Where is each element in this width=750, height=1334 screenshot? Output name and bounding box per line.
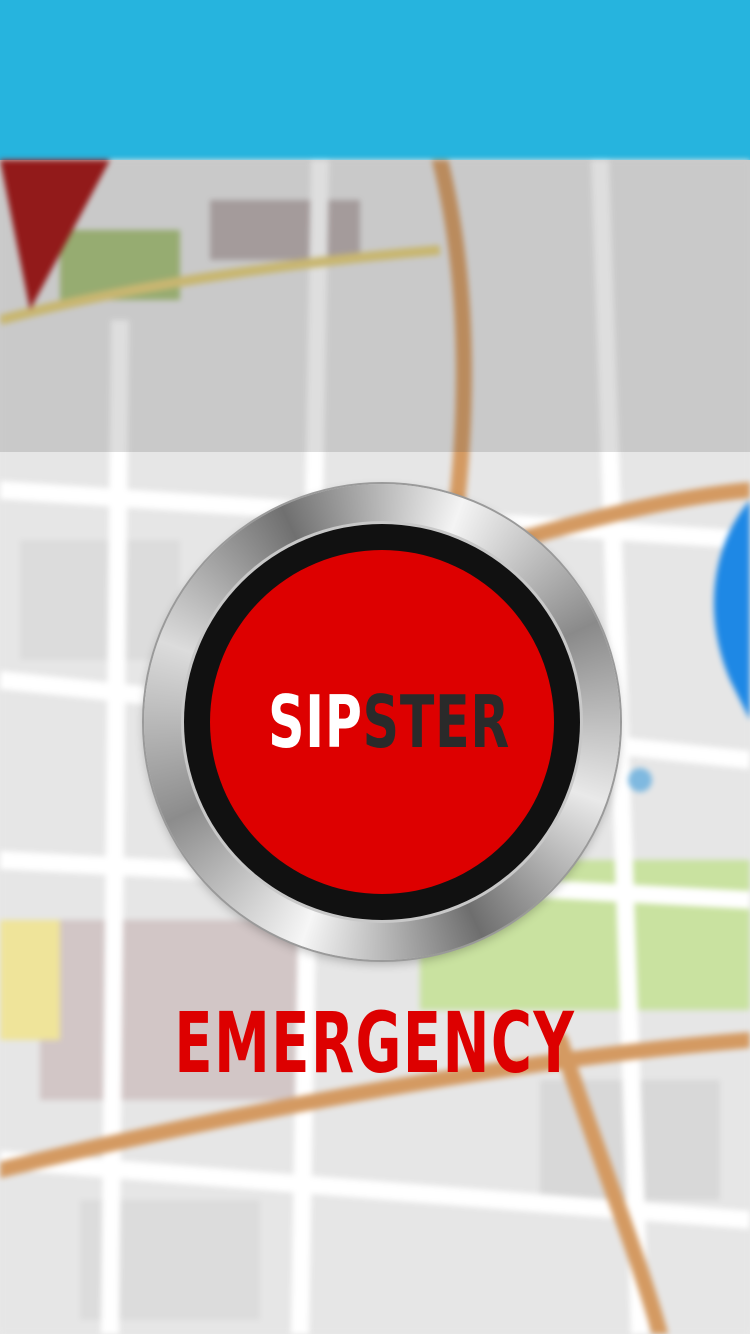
- emergency-text: EMERGENCY: [174, 994, 576, 1092]
- header-shade: [0, 160, 750, 452]
- emergency-sos-button[interactable]: SIPSTER: [144, 484, 620, 960]
- sipster-logo: SIPSTER: [268, 686, 510, 758]
- top-app-bar: [0, 0, 750, 160]
- button-red-face[interactable]: SIPSTER: [210, 550, 554, 894]
- logo-part-sip: SIP: [268, 680, 363, 764]
- logo-part-ster: STER: [362, 680, 510, 764]
- emergency-label: EMERGENCY: [0, 998, 750, 1088]
